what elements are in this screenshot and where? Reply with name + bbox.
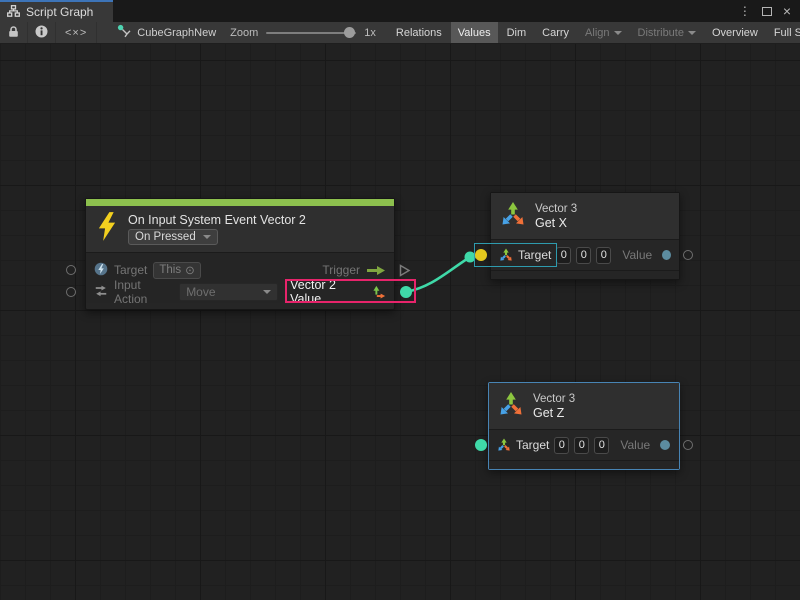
zoom-slider[interactable] <box>266 32 356 34</box>
info-button[interactable] <box>28 22 56 43</box>
event-target-input-port[interactable] <box>66 265 76 275</box>
event-input-action-input-port[interactable] <box>66 287 76 297</box>
toolbar-button-relations[interactable]: Relations <box>389 22 449 43</box>
event-accent-bar <box>86 199 394 206</box>
vector-y-field[interactable]: 0 <box>574 437 589 454</box>
vector-x-field[interactable]: 0 <box>554 437 569 454</box>
toolbar-button-full-screen[interactable]: Full Screen <box>767 22 800 43</box>
input-action-icon <box>94 284 108 301</box>
node-vector3-get-z[interactable]: Vector 3 Get Z Target 0 0 0 Value <box>488 382 680 470</box>
node-title: Vector 3 <box>535 203 577 215</box>
window-menu-icon[interactable]: ⋮ <box>739 4 751 18</box>
lock-icon <box>7 25 20 41</box>
graph-canvas[interactable]: On Input System Event Vector 2 On Presse… <box>0 44 800 600</box>
zoom-label: Zoom <box>230 27 258 39</box>
toolbar-button-dim[interactable]: Dim <box>500 22 534 43</box>
window-titlebar: Script Graph ⋮ × <box>0 0 800 22</box>
target-object-field[interactable]: This ⊙ <box>153 262 200 279</box>
code-toggle-icon: <×> <box>65 27 87 39</box>
target-port-label: Target <box>114 263 147 277</box>
value-port-dot[interactable] <box>662 250 671 260</box>
input-action-dropdown[interactable]: Move <box>179 283 278 301</box>
get-z-target-input-port[interactable] <box>475 439 487 451</box>
chevron-down-icon <box>614 31 622 35</box>
toolbar-button-carry[interactable]: Carry <box>535 22 576 43</box>
lock-button[interactable] <box>0 22 28 43</box>
vector3-icon <box>500 201 526 232</box>
trigger-port-label: Trigger <box>322 263 360 277</box>
code-preview-button[interactable]: <×> <box>56 22 97 43</box>
graph-ref-icon <box>117 24 132 41</box>
toolbar-button-overview[interactable]: Overview <box>705 22 765 43</box>
get-x-target-hover-outline <box>474 243 557 267</box>
object-picker-icon: ⊙ <box>185 263 195 277</box>
connection-wire <box>0 44 800 600</box>
vector-z-field[interactable]: 0 <box>594 437 609 454</box>
value-port-label: Value <box>620 438 650 452</box>
vector3-mini-icon <box>497 438 511 452</box>
event-node-title: On Input System Event Vector 2 <box>128 213 306 227</box>
close-icon[interactable]: × <box>783 6 791 16</box>
chevron-down-icon <box>263 290 271 294</box>
vector2-value-highlight-box <box>285 279 416 303</box>
vector-z-field[interactable]: 0 <box>596 247 611 264</box>
vector-x-field[interactable]: 0 <box>556 247 571 264</box>
chevron-down-icon <box>203 235 211 239</box>
toolbar-button-align: Align <box>578 22 628 43</box>
target-port-label: Target <box>516 438 549 452</box>
zoom-slider-handle[interactable] <box>344 27 355 38</box>
node-subtitle: Get Z <box>533 406 575 420</box>
graph-toolbar: <×> CubeGraphNew Zoom 1x Relations Value… <box>0 22 800 44</box>
lightning-bolt-icon <box>96 212 117 246</box>
chevron-down-icon <box>688 31 696 35</box>
toolbar-button-values[interactable]: Values <box>451 22 498 43</box>
zoom-value: 1x <box>364 27 376 39</box>
event-mode-dropdown[interactable]: On Pressed <box>128 229 218 245</box>
maximize-icon[interactable] <box>762 7 772 16</box>
get-x-value-output-port[interactable] <box>683 250 693 260</box>
tab-script-graph[interactable]: Script Graph <box>0 0 113 22</box>
graph-reference[interactable]: CubeGraphNew <box>109 22 224 43</box>
value-port-label: Value <box>622 248 652 262</box>
value-port-dot[interactable] <box>660 440 670 450</box>
tab-title: Script Graph <box>26 5 93 19</box>
vector3-icon <box>498 391 524 422</box>
get-z-target-row: Target 0 0 0 Value <box>489 429 679 460</box>
input-action-port-label: Input Action <box>114 278 173 306</box>
target-event-icon <box>94 262 108 279</box>
vector-y-field[interactable]: 0 <box>576 247 591 264</box>
get-z-value-output-port[interactable] <box>683 440 693 450</box>
info-icon <box>35 25 48 41</box>
toolbar-button-distribute: Distribute <box>631 22 703 43</box>
node-title: Vector 3 <box>533 393 575 405</box>
script-graph-hierarchy-icon <box>7 5 20 20</box>
node-subtitle: Get X <box>535 216 577 230</box>
trigger-arrow-icon <box>366 265 386 276</box>
graph-name: CubeGraphNew <box>137 27 216 39</box>
